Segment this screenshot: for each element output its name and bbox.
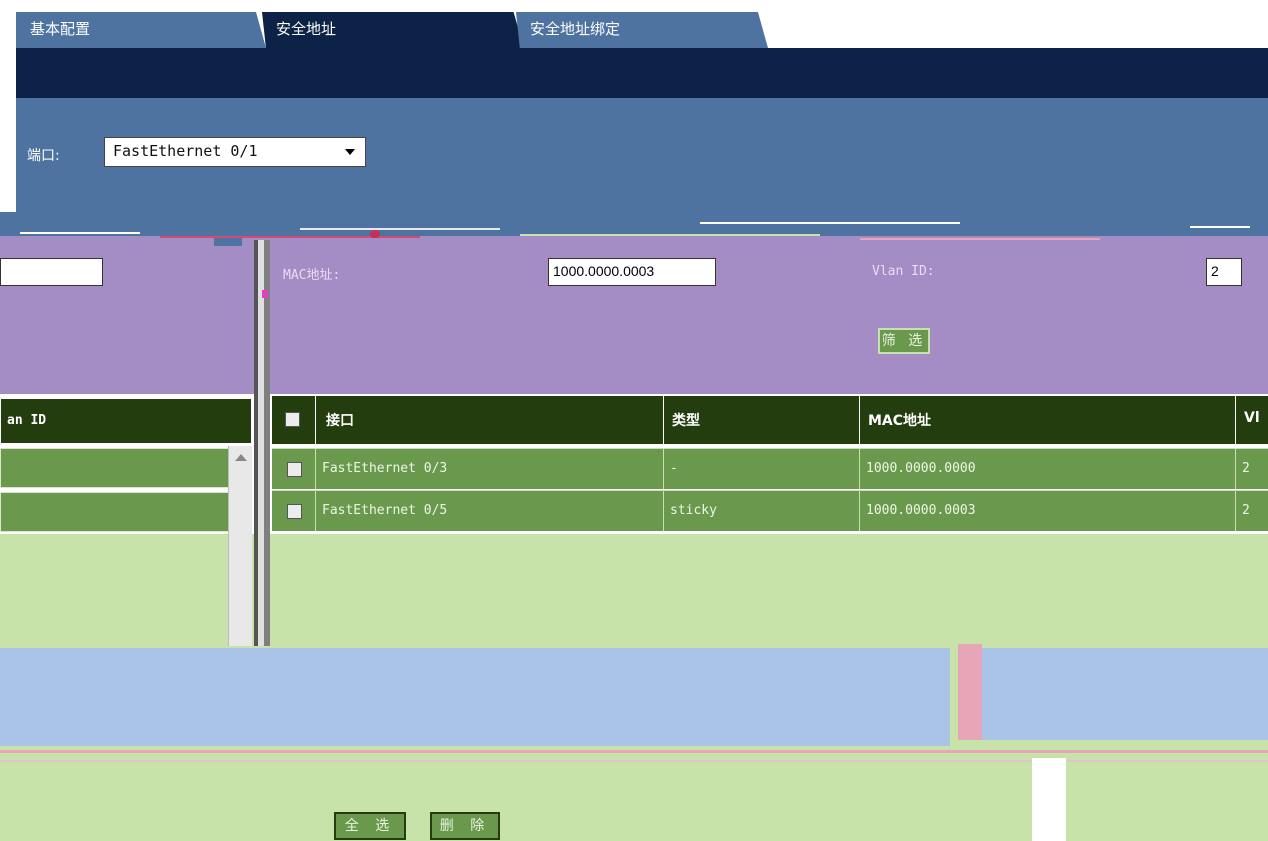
row-checkbox-cell [272, 491, 316, 531]
cell-interface: FastEthernet 0/3 [316, 449, 664, 489]
cell-interface: FastEthernet 0/5 [316, 491, 664, 531]
render-artifact [262, 290, 268, 298]
port-select-value: FastEthernet 0/1 [113, 142, 258, 160]
header-checkbox-cell [272, 396, 316, 444]
tab-secure-address-label: 安全地址 [276, 20, 337, 38]
tab-basic-config-label: 基本配置 [30, 20, 91, 38]
tab-secure-address-binding[interactable]: 安全地址绑定 [516, 12, 768, 48]
row-checkbox[interactable] [287, 462, 302, 477]
port-label: 端口: [27, 148, 60, 164]
cell-type: - [664, 449, 860, 489]
left-scrollbar-track[interactable] [228, 534, 252, 646]
left-table-row[interactable] [0, 448, 230, 488]
vlan-id-label: Vlan ID: [872, 264, 935, 279]
left-table-header: an ID [0, 398, 252, 444]
render-artifact-band [0, 212, 1268, 256]
tab-basic-config[interactable]: 基本配置 [16, 12, 266, 48]
render-artifact-block [1032, 758, 1066, 841]
render-artifact-line [0, 750, 1268, 753]
cell-type: sticky [664, 491, 860, 531]
tab-secure-address[interactable]: 安全地址 [262, 12, 524, 48]
scroll-up-icon[interactable] [235, 454, 247, 461]
filter-panel [270, 246, 1268, 394]
column-header-vlan[interactable]: Vl [1236, 396, 1268, 444]
cell-vlan: 2 [1236, 491, 1268, 531]
select-all-checkbox[interactable] [285, 412, 300, 427]
chevron-down-icon [345, 149, 355, 155]
cell-mac: 1000.0000.0000 [860, 449, 1236, 489]
table-row[interactable]: FastEthernet 0/5 sticky 1000.0000.0003 2 [272, 490, 1268, 531]
delete-button[interactable]: 删 除 [430, 812, 500, 840]
table-header: 接口 类型 MAC地址 Vl [272, 396, 1268, 444]
tab-secure-address-binding-label: 安全地址绑定 [530, 20, 621, 38]
mac-address-input[interactable]: 1000.0000.0003 [548, 258, 716, 286]
column-header-mac[interactable]: MAC地址 [860, 396, 1236, 444]
render-artifact-band [982, 648, 1268, 740]
filter-button[interactable]: 筛 选 [878, 328, 930, 354]
left-table-row[interactable] [0, 492, 230, 532]
left-header-label: an ID [7, 413, 47, 428]
render-artifact-strip [958, 644, 982, 740]
panel-title-bar [16, 48, 1268, 98]
port-select[interactable]: FastEthernet 0/1 [104, 137, 366, 167]
render-artifact-line [0, 760, 1268, 762]
vlan-id-input[interactable]: 2 [1206, 258, 1242, 286]
column-header-interface[interactable]: 接口 [316, 396, 664, 444]
row-checkbox-cell [272, 449, 316, 489]
cell-vlan: 2 [1236, 449, 1268, 489]
select-all-button[interactable]: 全 选 [334, 812, 406, 840]
mac-address-label: MAC地址: [283, 268, 341, 283]
column-header-type[interactable]: 类型 [664, 396, 860, 444]
cell-mac: 1000.0000.0003 [860, 491, 1236, 531]
row-checkbox[interactable] [287, 504, 302, 519]
table-row[interactable]: FastEthernet 0/3 - 1000.0000.0000 2 [272, 448, 1268, 489]
pane-divider-lower [254, 534, 270, 646]
render-artifact-band [0, 648, 950, 746]
left-filter-input[interactable] [0, 258, 103, 286]
